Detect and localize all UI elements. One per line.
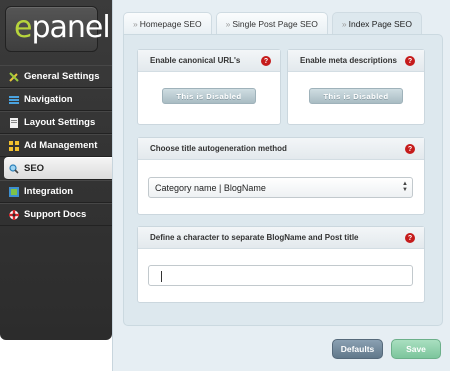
sidebar: epanel General Settings Navigation Layou… <box>0 0 112 340</box>
text-caret <box>161 271 162 282</box>
integration-icon <box>9 186 19 197</box>
meta-descriptions-toggle[interactable]: This is Disabled <box>309 88 403 104</box>
separator-title: Define a character to separate BlogName … <box>150 233 359 242</box>
help-icon[interactable]: ? <box>405 56 415 66</box>
main-area: » Homepage SEO » Single Post Page SEO » Ind… <box>112 0 450 371</box>
meta-descriptions-title: Enable meta descriptions <box>300 56 397 65</box>
epanel-logo: epanel <box>5 6 111 52</box>
grid-icon <box>9 140 19 151</box>
meta-descriptions-box: Enable meta descriptions ? This is Disab… <box>287 49 425 125</box>
canonical-url-box: Enable canonical URL's ? This is Disable… <box>137 49 281 125</box>
nav-integration[interactable]: Integration <box>0 180 112 203</box>
title-method-select[interactable]: Category name | BlogName ▲ ▼ <box>148 177 413 198</box>
sidebar-nav: General Settings Navigation Layout Setti… <box>0 65 112 226</box>
save-button[interactable]: Save <box>391 339 441 359</box>
tab-single-post-seo[interactable]: » Single Post Page SEO <box>215 12 328 34</box>
nav-ad-management[interactable]: Ad Management <box>0 134 112 157</box>
title-method-title: Choose title autogeneration method <box>150 144 287 153</box>
nav-layout-settings[interactable]: Layout Settings <box>0 111 112 134</box>
help-icon[interactable]: ? <box>405 144 415 154</box>
defaults-button[interactable]: Defaults <box>332 339 383 359</box>
nav-general-settings[interactable]: General Settings <box>0 65 112 88</box>
settings-panel: Enable canonical URL's ? This is Disable… <box>123 34 443 326</box>
nav-support-docs[interactable]: Support Docs <box>0 203 112 226</box>
tab-index-page-seo[interactable]: » Index Page SEO <box>331 12 422 34</box>
tab-homepage-seo[interactable]: » Homepage SEO <box>123 12 212 34</box>
lifebuoy-icon <box>9 209 19 220</box>
help-icon[interactable]: ? <box>261 56 271 66</box>
canonical-url-title: Enable canonical URL's <box>150 56 241 65</box>
magnifier-icon <box>9 163 19 174</box>
select-arrows-icon: ▲ ▼ <box>402 181 408 193</box>
separator-box: Define a character to separate BlogName … <box>137 226 425 303</box>
document-icon <box>9 117 19 128</box>
nav-seo[interactable]: SEO <box>4 157 112 180</box>
list-icon <box>9 95 19 105</box>
separator-input[interactable] <box>148 265 413 286</box>
wrench-icon <box>9 71 19 82</box>
title-method-box: Choose title autogeneration method ? Cat… <box>137 137 425 215</box>
seo-tabs: » Homepage SEO » Single Post Page SEO » Ind… <box>123 12 422 34</box>
nav-navigation[interactable]: Navigation <box>0 88 112 111</box>
help-icon[interactable]: ? <box>405 233 415 243</box>
canonical-url-toggle[interactable]: This is Disabled <box>162 88 256 104</box>
